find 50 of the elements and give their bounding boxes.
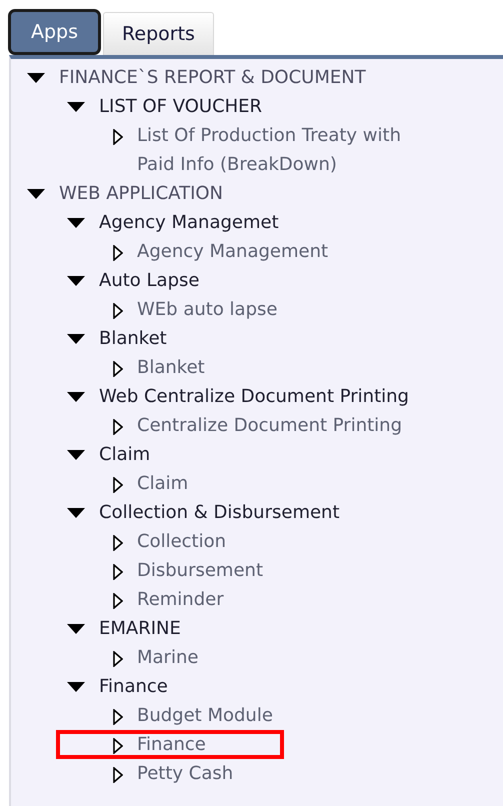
collapsed-triangle-icon[interactable] bbox=[113, 564, 123, 580]
tree-leaf-link[interactable]: Finance bbox=[137, 730, 206, 759]
tree-node-label[interactable]: EMARINE bbox=[99, 614, 181, 643]
tree-leaf-link[interactable]: Agency Management bbox=[137, 237, 328, 266]
tree-leaf-link[interactable]: Marine bbox=[137, 643, 198, 672]
collapsed-triangle-icon[interactable] bbox=[113, 593, 123, 609]
tree-leaf-link[interactable]: Disbursement bbox=[137, 556, 263, 585]
tree-node-label[interactable]: WEB APPLICATION bbox=[59, 179, 224, 208]
tree-leaf-link[interactable]: List Of Production Treaty with Paid Info (BreakDown) bbox=[137, 121, 437, 179]
expanded-triangle-icon[interactable] bbox=[67, 624, 85, 634]
expanded-triangle-icon[interactable] bbox=[67, 334, 85, 344]
tab[interactable]: Reports bbox=[103, 12, 214, 55]
tree-node-label[interactable]: Agency Managemet bbox=[99, 208, 279, 237]
expanded-triangle-icon[interactable] bbox=[67, 218, 85, 228]
expanded-triangle-icon[interactable] bbox=[27, 189, 45, 199]
tree-leaf-link[interactable]: Collection bbox=[137, 527, 226, 556]
tree-node-label[interactable]: Collection & Disbursement bbox=[99, 498, 340, 527]
expanded-triangle-icon[interactable] bbox=[67, 102, 85, 112]
tree-node-label[interactable]: Blanket bbox=[99, 324, 167, 353]
tree-leaf-link[interactable]: Budget Module bbox=[137, 701, 273, 730]
expanded-triangle-icon[interactable] bbox=[67, 276, 85, 286]
tree-leaf-link[interactable]: Blanket bbox=[137, 353, 205, 382]
expanded-triangle-icon[interactable] bbox=[27, 73, 45, 83]
collapsed-triangle-icon[interactable] bbox=[113, 709, 123, 725]
tree-node-label[interactable]: Claim bbox=[99, 440, 150, 469]
tree-node-label[interactable]: FINANCE`S REPORT & DOCUMENT bbox=[59, 63, 366, 92]
expanded-triangle-icon[interactable] bbox=[67, 392, 85, 402]
tree-leaf-link[interactable]: WEb auto lapse bbox=[137, 295, 278, 324]
tree-node-label[interactable]: LIST OF VOUCHER bbox=[99, 92, 262, 121]
tree-node-label[interactable]: Web Centralize Document Printing bbox=[99, 382, 409, 411]
collapsed-triangle-icon[interactable] bbox=[113, 419, 123, 435]
expanded-triangle-icon[interactable] bbox=[67, 450, 85, 460]
collapsed-triangle-icon[interactable] bbox=[113, 303, 123, 319]
tree-node-label[interactable]: Auto Lapse bbox=[99, 266, 200, 295]
tab[interactable]: Apps bbox=[8, 9, 102, 55]
tree-leaf-link[interactable]: Reminder bbox=[137, 585, 224, 614]
collapsed-triangle-icon[interactable] bbox=[113, 245, 123, 261]
expanded-triangle-icon[interactable] bbox=[67, 682, 85, 692]
collapsed-triangle-icon[interactable] bbox=[113, 477, 123, 493]
collapsed-triangle-icon[interactable] bbox=[113, 535, 123, 551]
expanded-triangle-icon[interactable] bbox=[67, 508, 85, 518]
tree-node-label[interactable]: Finance bbox=[99, 672, 168, 701]
collapsed-triangle-icon[interactable] bbox=[113, 129, 123, 145]
collapsed-triangle-icon[interactable] bbox=[113, 767, 123, 783]
tree-leaf-link[interactable]: Centralize Document Printing bbox=[137, 411, 402, 440]
tree-leaf-link[interactable]: Petty Cash bbox=[137, 759, 234, 788]
tree-leaf-link[interactable]: Claim bbox=[137, 469, 188, 498]
collapsed-triangle-icon[interactable] bbox=[113, 738, 123, 754]
collapsed-triangle-icon[interactable] bbox=[113, 361, 123, 377]
collapsed-triangle-icon[interactable] bbox=[113, 651, 123, 667]
